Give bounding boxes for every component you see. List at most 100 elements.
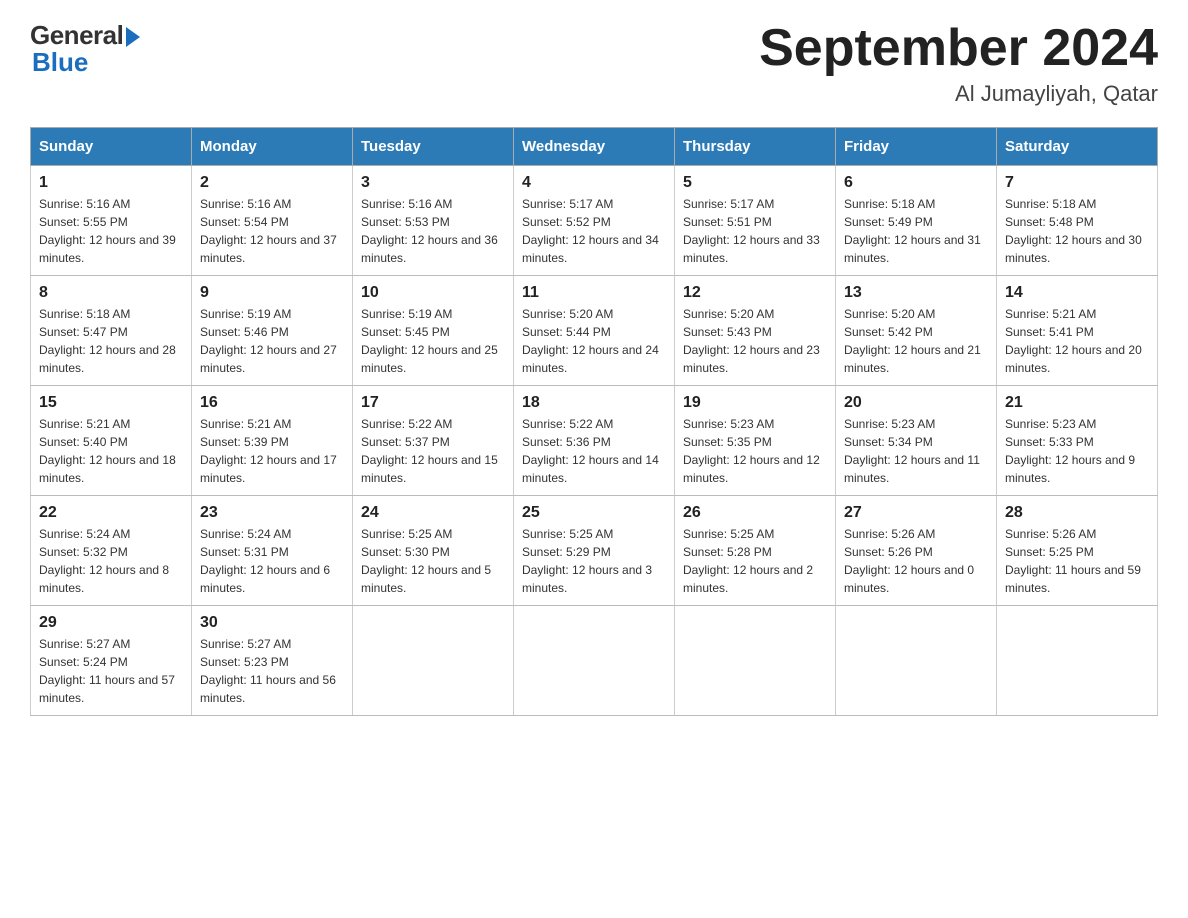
table-row: 21 Sunrise: 5:23 AMSunset: 5:33 PMDayligh…: [997, 386, 1158, 496]
header-friday: Friday: [836, 128, 997, 166]
table-row: 10 Sunrise: 5:19 AMSunset: 5:45 PMDayligh…: [353, 276, 514, 386]
calendar-week-row: 1 Sunrise: 5:16 AMSunset: 5:55 PMDaylight…: [31, 166, 1158, 276]
day-info: Sunrise: 5:24 AMSunset: 5:31 PMDaylight:…: [200, 525, 344, 597]
table-row: 23 Sunrise: 5:24 AMSunset: 5:31 PMDayligh…: [192, 496, 353, 606]
day-number: 18: [522, 394, 666, 412]
table-row: 1 Sunrise: 5:16 AMSunset: 5:55 PMDaylight…: [31, 166, 192, 276]
day-number: 19: [683, 394, 827, 412]
day-info: Sunrise: 5:16 AMSunset: 5:55 PMDaylight:…: [39, 195, 183, 267]
calendar-week-row: 29Sunrise: 5:27 AMSunset: 5:24 PMDayligh…: [31, 606, 1158, 716]
table-row: 2 Sunrise: 5:16 AMSunset: 5:54 PMDaylight…: [192, 166, 353, 276]
table-row: 15 Sunrise: 5:21 AMSunset: 5:40 PMDayligh…: [31, 386, 192, 496]
day-number: 21: [1005, 394, 1149, 412]
day-info: Sunrise: 5:20 AMSunset: 5:44 PMDaylight:…: [522, 305, 666, 377]
table-row: 17 Sunrise: 5:22 AMSunset: 5:37 PMDayligh…: [353, 386, 514, 496]
day-number: 27: [844, 504, 988, 522]
table-row: 20Sunrise: 5:23 AMSunset: 5:34 PMDayligh…: [836, 386, 997, 496]
day-info: Sunrise: 5:16 AMSunset: 5:53 PMDaylight:…: [361, 195, 505, 267]
day-info: Sunrise: 5:24 AMSunset: 5:32 PMDaylight:…: [39, 525, 183, 597]
day-number: 30: [200, 614, 344, 632]
logo: General Blue: [30, 20, 140, 78]
day-number: 6: [844, 174, 988, 192]
day-info: Sunrise: 5:21 AMSunset: 5:39 PMDaylight:…: [200, 415, 344, 487]
day-info: Sunrise: 5:21 AMSunset: 5:40 PMDaylight:…: [39, 415, 183, 487]
day-number: 25: [522, 504, 666, 522]
day-number: 11: [522, 284, 666, 302]
day-info: Sunrise: 5:21 AMSunset: 5:41 PMDaylight:…: [1005, 305, 1149, 377]
title-section: September 2024 Al Jumayliyah, Qatar: [759, 20, 1158, 107]
day-number: 1: [39, 174, 183, 192]
table-row: 30Sunrise: 5:27 AMSunset: 5:23 PMDayligh…: [192, 606, 353, 716]
day-info: Sunrise: 5:22 AMSunset: 5:36 PMDaylight:…: [522, 415, 666, 487]
day-info: Sunrise: 5:23 AMSunset: 5:33 PMDaylight:…: [1005, 415, 1149, 487]
day-info: Sunrise: 5:20 AMSunset: 5:43 PMDaylight:…: [683, 305, 827, 377]
day-info: Sunrise: 5:17 AMSunset: 5:51 PMDaylight:…: [683, 195, 827, 267]
day-number: 22: [39, 504, 183, 522]
day-number: 4: [522, 174, 666, 192]
day-info: Sunrise: 5:26 AMSunset: 5:25 PMDaylight:…: [1005, 525, 1149, 597]
table-row: 25Sunrise: 5:25 AMSunset: 5:29 PMDayligh…: [514, 496, 675, 606]
table-row: 6 Sunrise: 5:18 AMSunset: 5:49 PMDaylight…: [836, 166, 997, 276]
table-row: 16 Sunrise: 5:21 AMSunset: 5:39 PMDayligh…: [192, 386, 353, 496]
header-tuesday: Tuesday: [353, 128, 514, 166]
day-number: 13: [844, 284, 988, 302]
day-number: 20: [844, 394, 988, 412]
day-info: Sunrise: 5:19 AMSunset: 5:45 PMDaylight:…: [361, 305, 505, 377]
day-number: 14: [1005, 284, 1149, 302]
day-number: 3: [361, 174, 505, 192]
day-info: Sunrise: 5:22 AMSunset: 5:37 PMDaylight:…: [361, 415, 505, 487]
table-row: 8Sunrise: 5:18 AMSunset: 5:47 PMDaylight…: [31, 276, 192, 386]
day-info: Sunrise: 5:18 AMSunset: 5:49 PMDaylight:…: [844, 195, 988, 267]
day-info: Sunrise: 5:25 AMSunset: 5:30 PMDaylight:…: [361, 525, 505, 597]
header-thursday: Thursday: [675, 128, 836, 166]
day-info: Sunrise: 5:18 AMSunset: 5:47 PMDaylight:…: [39, 305, 183, 377]
day-number: 5: [683, 174, 827, 192]
day-number: 10: [361, 284, 505, 302]
day-info: Sunrise: 5:18 AMSunset: 5:48 PMDaylight:…: [1005, 195, 1149, 267]
table-row: 9 Sunrise: 5:19 AMSunset: 5:46 PMDaylight…: [192, 276, 353, 386]
header-sunday: Sunday: [31, 128, 192, 166]
day-number: 15: [39, 394, 183, 412]
day-number: 28: [1005, 504, 1149, 522]
calendar-table: Sunday Monday Tuesday Wednesday Thursday…: [30, 127, 1158, 716]
day-number: 17: [361, 394, 505, 412]
table-row: 13 Sunrise: 5:20 AMSunset: 5:42 PMDayligh…: [836, 276, 997, 386]
table-row: 11 Sunrise: 5:20 AMSunset: 5:44 PMDayligh…: [514, 276, 675, 386]
calendar-week-row: 8Sunrise: 5:18 AMSunset: 5:47 PMDaylight…: [31, 276, 1158, 386]
day-number: 2: [200, 174, 344, 192]
table-row: [675, 606, 836, 716]
calendar-week-row: 22 Sunrise: 5:24 AMSunset: 5:32 PMDayligh…: [31, 496, 1158, 606]
table-row: 19 Sunrise: 5:23 AMSunset: 5:35 PMDayligh…: [675, 386, 836, 496]
table-row: 3 Sunrise: 5:16 AMSunset: 5:53 PMDaylight…: [353, 166, 514, 276]
calendar-week-row: 15 Sunrise: 5:21 AMSunset: 5:40 PMDayligh…: [31, 386, 1158, 496]
main-title: September 2024: [759, 20, 1158, 77]
day-number: 26: [683, 504, 827, 522]
table-row: 28 Sunrise: 5:26 AMSunset: 5:25 PMDayligh…: [997, 496, 1158, 606]
header-saturday: Saturday: [997, 128, 1158, 166]
day-number: 12: [683, 284, 827, 302]
day-info: Sunrise: 5:23 AMSunset: 5:35 PMDaylight:…: [683, 415, 827, 487]
table-row: 22 Sunrise: 5:24 AMSunset: 5:32 PMDayligh…: [31, 496, 192, 606]
location-subtitle: Al Jumayliyah, Qatar: [759, 81, 1158, 107]
table-row: [836, 606, 997, 716]
day-info: Sunrise: 5:19 AMSunset: 5:46 PMDaylight:…: [200, 305, 344, 377]
day-number: 29: [39, 614, 183, 632]
table-row: [997, 606, 1158, 716]
table-row: 14 Sunrise: 5:21 AMSunset: 5:41 PMDayligh…: [997, 276, 1158, 386]
table-row: 27 Sunrise: 5:26 AMSunset: 5:26 PMDayligh…: [836, 496, 997, 606]
day-info: Sunrise: 5:26 AMSunset: 5:26 PMDaylight:…: [844, 525, 988, 597]
table-row: 4Sunrise: 5:17 AMSunset: 5:52 PMDaylight…: [514, 166, 675, 276]
page-header: General Blue September 2024 Al Jumayliya…: [30, 20, 1158, 107]
day-number: 16: [200, 394, 344, 412]
day-info: Sunrise: 5:25 AMSunset: 5:28 PMDaylight:…: [683, 525, 827, 597]
day-number: 23: [200, 504, 344, 522]
day-info: Sunrise: 5:20 AMSunset: 5:42 PMDaylight:…: [844, 305, 988, 377]
calendar-header-row: Sunday Monday Tuesday Wednesday Thursday…: [31, 128, 1158, 166]
table-row: 12 Sunrise: 5:20 AMSunset: 5:43 PMDayligh…: [675, 276, 836, 386]
logo-arrow-icon: [126, 27, 140, 47]
day-number: 7: [1005, 174, 1149, 192]
header-monday: Monday: [192, 128, 353, 166]
day-number: 9: [200, 284, 344, 302]
day-info: Sunrise: 5:16 AMSunset: 5:54 PMDaylight:…: [200, 195, 344, 267]
table-row: [514, 606, 675, 716]
